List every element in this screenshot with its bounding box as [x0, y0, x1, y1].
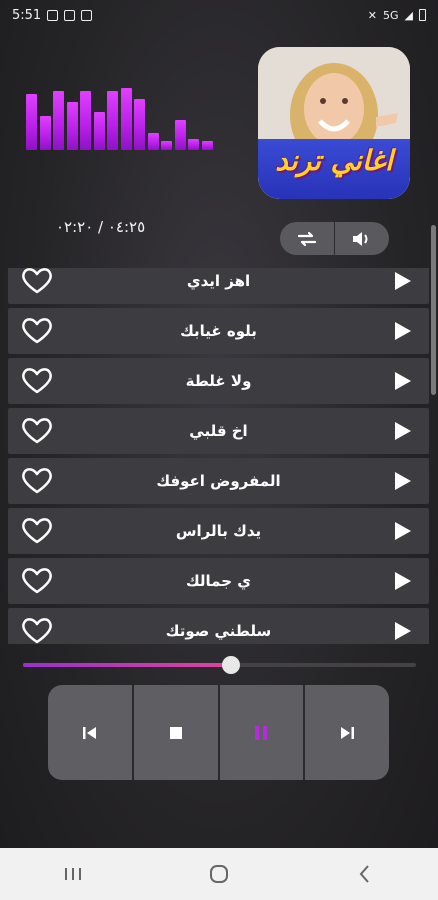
- equalizer-bar: [161, 141, 172, 150]
- equalizer-bar: [93, 112, 105, 150]
- heart-icon[interactable]: [20, 367, 54, 395]
- status-left: 5:51: [12, 7, 93, 23]
- track-title: سلطني صوتك: [165, 622, 272, 640]
- playlist-row[interactable]: المفروض اعوفك: [8, 458, 429, 504]
- play-icon[interactable]: [395, 622, 411, 640]
- heart-icon[interactable]: [20, 617, 54, 644]
- track-title: المفروض اعوفك: [156, 472, 281, 490]
- playlist-row[interactable]: اهز ايدي: [8, 268, 429, 304]
- recent-apps-icon[interactable]: [61, 864, 85, 884]
- track-title: اهز ايدي: [186, 272, 251, 290]
- skip-next-icon: [341, 726, 355, 739]
- play-icon[interactable]: [395, 472, 411, 490]
- track-title: يدك بالراس: [175, 522, 262, 540]
- equalizer-bar: [39, 116, 51, 150]
- signal-icon: ◢: [404, 8, 413, 22]
- heart-icon[interactable]: [20, 268, 54, 295]
- play-icon[interactable]: [395, 522, 411, 540]
- pause-icon: [255, 725, 268, 740]
- heart-icon[interactable]: [20, 517, 54, 545]
- status-time: 5:51: [12, 7, 42, 23]
- track-title: ي جمالك: [185, 572, 252, 590]
- playlist-row[interactable]: ي جمالك: [8, 558, 429, 604]
- network-type-label: 5G: [383, 8, 399, 22]
- track-title: اخ قلبي: [189, 422, 248, 440]
- equalizer-bar: [66, 102, 78, 150]
- seek-bar-thumb[interactable]: [222, 656, 241, 674]
- playlist-row[interactable]: ولا غلطة: [8, 358, 429, 404]
- play-icon[interactable]: [395, 572, 411, 590]
- playlist-row[interactable]: بلوه غيابك: [8, 308, 429, 354]
- repeat-button[interactable]: [280, 222, 334, 255]
- heart-icon[interactable]: [20, 467, 54, 495]
- playlist-row[interactable]: اخ قلبي: [8, 408, 429, 454]
- stop-icon: [169, 726, 182, 739]
- status-right: ✕ 5G ◢: [368, 9, 426, 22]
- home-icon[interactable]: [207, 862, 231, 886]
- playlist-row[interactable]: يدك بالراس: [8, 508, 429, 554]
- pause-button[interactable]: [219, 685, 304, 780]
- stop-button[interactable]: [133, 685, 218, 780]
- battery-icon: [419, 9, 426, 21]
- play-icon[interactable]: [395, 372, 411, 390]
- previous-button[interactable]: [48, 685, 132, 780]
- equalizer-bar: [120, 88, 132, 150]
- equalizer-visualizer: [26, 88, 213, 150]
- playlist: اهز ايدي بلوه غيابك ولا غلطة اخ قلبي المفروض…: [8, 268, 429, 644]
- status-bar: 5:51 ✕ 5G ◢: [0, 0, 438, 30]
- equalizer-bar: [80, 91, 91, 150]
- system-nav-bar: [0, 848, 438, 900]
- seek-bar-progress: [23, 663, 232, 667]
- media-notification-icon: [81, 9, 93, 21]
- album-title: اغاني ترند: [275, 144, 393, 177]
- seek-bar[interactable]: [23, 656, 416, 674]
- equalizer-bar: [107, 91, 118, 150]
- equalizer-bar: [134, 99, 145, 150]
- next-button[interactable]: [305, 685, 389, 780]
- skip-previous-icon: [82, 726, 96, 739]
- heart-icon[interactable]: [20, 417, 54, 445]
- heart-icon[interactable]: [20, 317, 54, 345]
- app-notification-icon: [64, 9, 76, 21]
- equalizer-bar: [26, 94, 37, 150]
- play-icon[interactable]: [395, 322, 411, 340]
- album-art: اغاني ترند: [258, 47, 410, 199]
- equalizer-bar: [53, 91, 64, 150]
- track-title: بلوه غيابك: [180, 322, 257, 340]
- equalizer-bar: [174, 120, 186, 150]
- equalizer-bar: [188, 139, 199, 150]
- equalizer-bar: [201, 141, 213, 150]
- time-display: ٠٤:٢٥ / ٠٢:٢٠: [56, 218, 146, 236]
- volume-button[interactable]: [335, 222, 389, 255]
- equalizer-bar: [147, 133, 159, 150]
- play-icon[interactable]: [395, 272, 411, 290]
- playlist-row[interactable]: سلطني صوتك: [8, 608, 429, 644]
- mute-icon: ✕: [367, 8, 377, 22]
- playlist-scrollbar[interactable]: [431, 225, 436, 395]
- repeat-icon: [297, 231, 317, 246]
- transport-controls: [48, 685, 389, 780]
- volume-icon: [353, 231, 368, 246]
- track-title: ولا غلطة: [185, 372, 252, 390]
- heart-icon[interactable]: [20, 567, 54, 595]
- gallery-notification-icon: [47, 9, 59, 21]
- back-icon[interactable]: [353, 862, 377, 886]
- play-icon[interactable]: [395, 422, 411, 440]
